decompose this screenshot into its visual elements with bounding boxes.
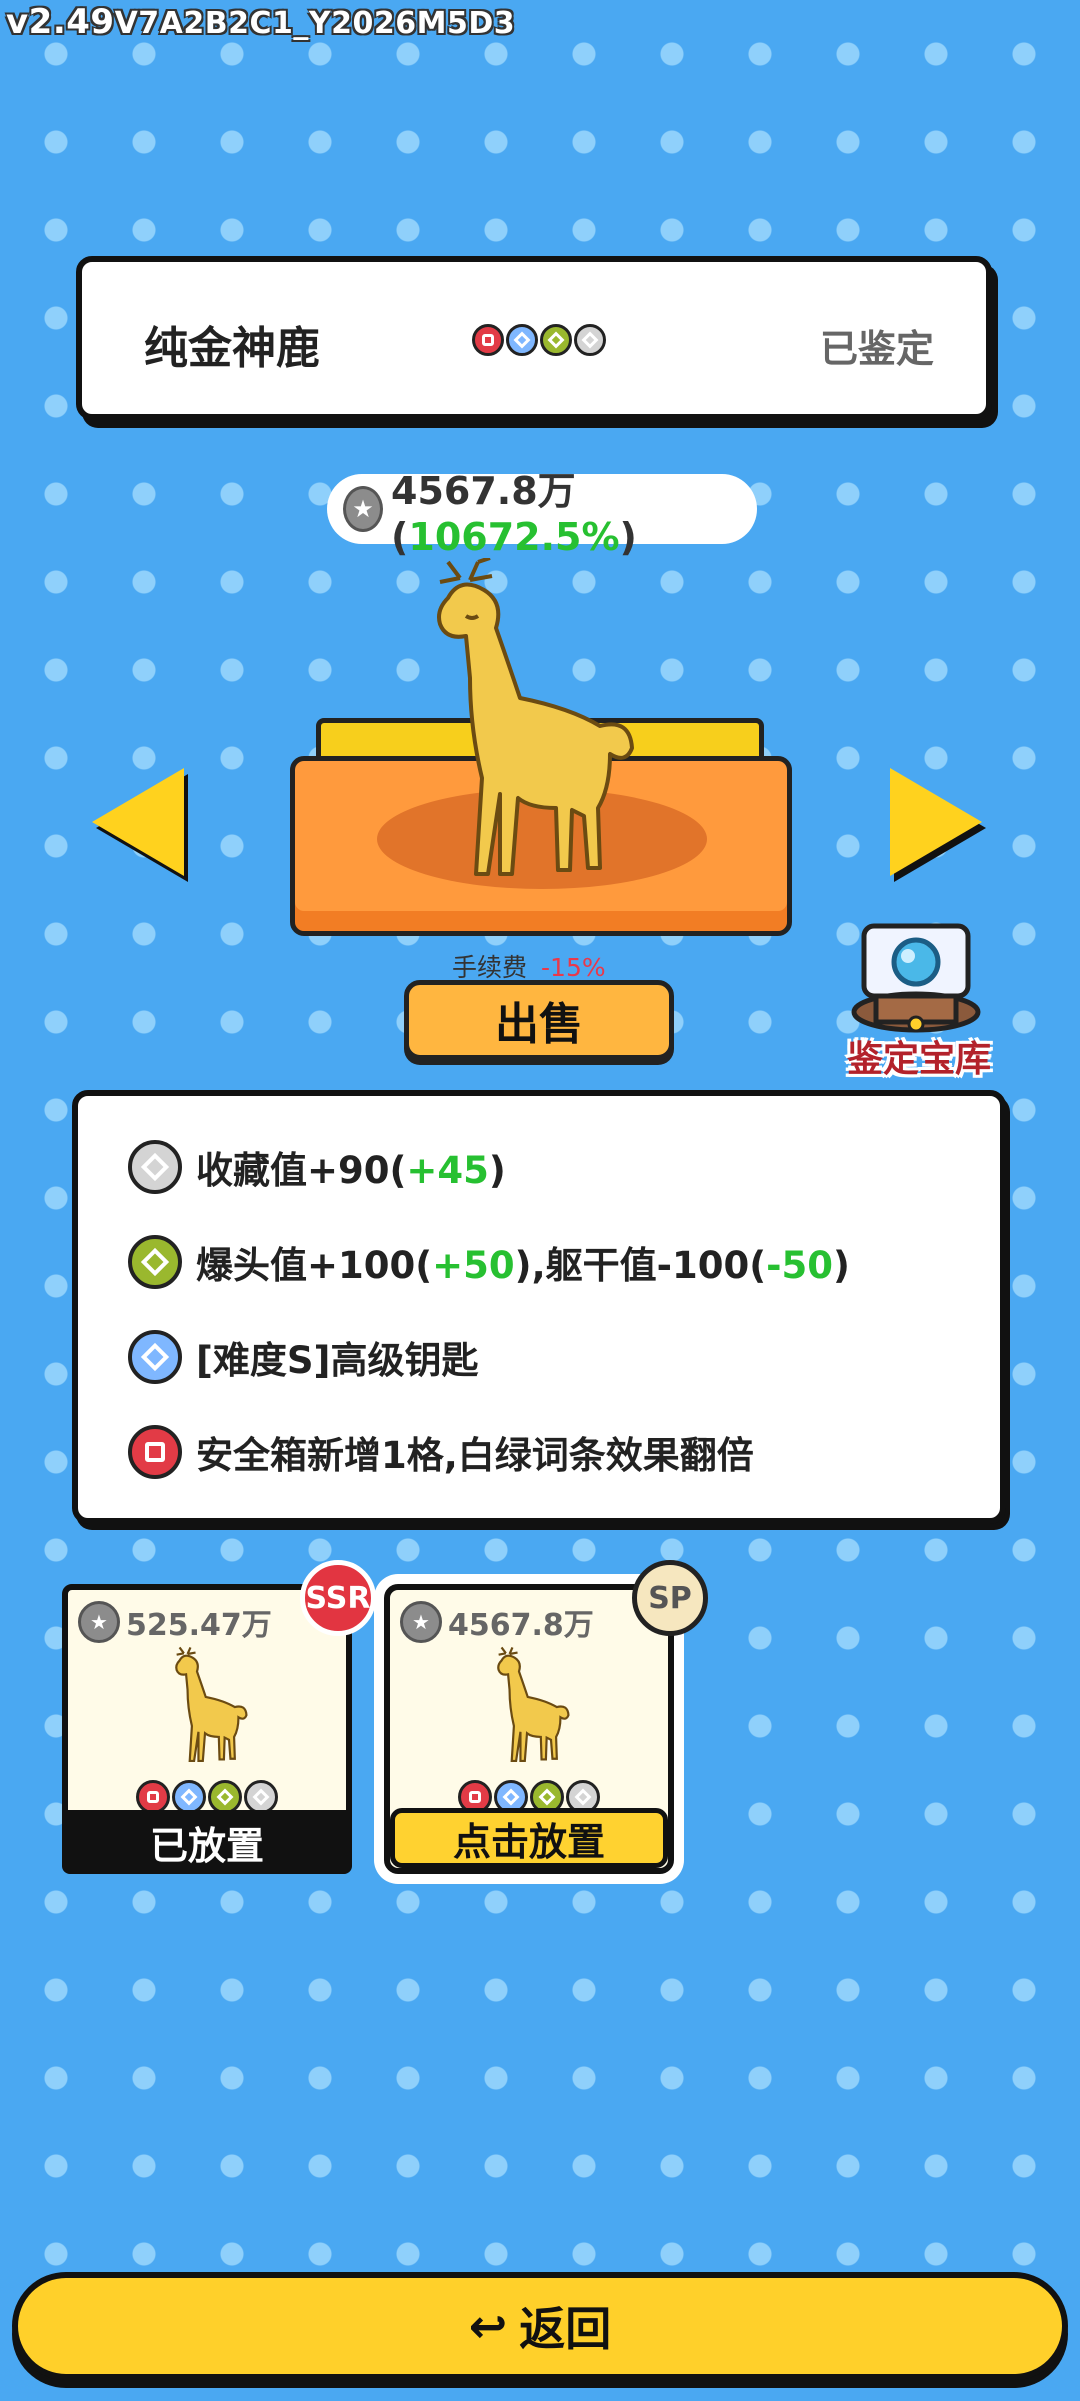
blue-gem-icon [128, 1330, 182, 1384]
effect-row-safe-box: 安全箱新增1格,白绿词条效果翻倍 [128, 1425, 754, 1479]
blue-gem-icon [506, 324, 538, 356]
green-gem-icon [540, 324, 572, 356]
card-action-label: 已放置 [62, 1810, 352, 1874]
effect-row-collection: 收藏值+90(+45) [128, 1140, 506, 1194]
coin-icon: ★ [400, 1601, 442, 1643]
next-arrow-button[interactable] [890, 768, 982, 876]
sell-button[interactable]: 出售 [404, 980, 674, 1060]
version-label: v2.49V7A2B2C1_Y2026M5D3 [6, 2, 516, 42]
gray-gem-icon [574, 324, 606, 356]
effect-text: 爆头值+100(+50),躯干值-100(-50) [196, 1244, 850, 1287]
effect-text: 安全箱新增1格,白绿词条效果翻倍 [196, 1434, 754, 1477]
effect-row-headshot: 爆头值+100(+50),躯干值-100(-50) [128, 1235, 850, 1289]
item-gem-slots [472, 324, 606, 356]
card-price: ★ 525.47万 [78, 1600, 272, 1644]
gray-gem-icon [244, 1780, 278, 1814]
item-title-card: 纯金神鹿 已鉴定 [76, 256, 992, 420]
item-price-pill: ★ 4567.8万(10672.5%) [327, 469, 757, 559]
effect-row-key: [难度S]高级钥匙 [128, 1330, 478, 1384]
coin-icon: ★ [78, 1601, 120, 1643]
green-gem-icon [128, 1235, 182, 1289]
coin-icon: ★ [343, 486, 383, 532]
effect-text: [难度S]高级钥匙 [196, 1339, 479, 1382]
red-gem-icon [136, 1780, 170, 1814]
red-gem-icon [128, 1425, 182, 1479]
place-button[interactable]: 点击放置 [390, 1808, 668, 1868]
appraisal-vault-label[interactable]: 鉴定宝库 [836, 1030, 1002, 1082]
golden-deer-image [437, 558, 634, 876]
red-gem-icon [472, 324, 504, 356]
appraisal-status: 已鉴定 [819, 327, 934, 371]
rarity-badge-ssr: SSR [300, 1560, 376, 1636]
back-button[interactable]: ↩ 返回 [12, 2272, 1068, 2380]
effects-panel: 收藏值+90(+45) 爆头值+100(+50),躯干值-100(-50) [难… [72, 1090, 1006, 1524]
green-gem-icon [208, 1780, 242, 1814]
golden-deer-thumbnail [497, 1646, 570, 1762]
blue-gem-icon [172, 1780, 206, 1814]
golden-deer-thumbnail [175, 1646, 248, 1762]
card-price: ★ 4567.8万 [400, 1600, 594, 1644]
rarity-badge-sp: SP [632, 1560, 708, 1636]
effect-text: 收藏值+90(+45) [196, 1149, 506, 1192]
card-gem-slots [136, 1780, 278, 1814]
item-card-current[interactable]: ★ 4567.8万 点击放置 [384, 1584, 674, 1874]
back-label: 返回 [519, 2302, 612, 2356]
fee-label: 手续费 -15% [452, 953, 606, 982]
gray-gem-icon [128, 1140, 182, 1194]
item-price-value: 4567.8万(10672.5%) [391, 468, 637, 559]
item-card-placed[interactable]: ★ 525.47万 已放置 [62, 1584, 352, 1874]
previous-arrow-button[interactable] [92, 768, 184, 876]
return-arrow-icon: ↩ [468, 2299, 508, 2353]
item-name: 纯金神鹿 [144, 323, 320, 374]
